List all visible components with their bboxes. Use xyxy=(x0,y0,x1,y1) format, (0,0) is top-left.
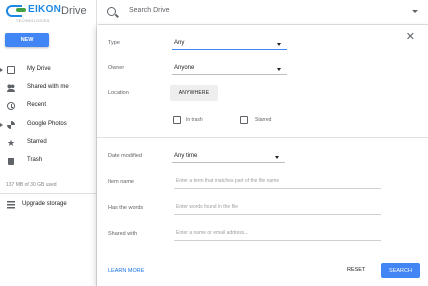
upgrade-storage-label: Upgrade storage xyxy=(22,201,67,207)
star-icon: ★ xyxy=(7,138,16,148)
location-anywhere-button[interactable]: ANYWHERE xyxy=(170,85,218,101)
item-name-label: Item name xyxy=(108,179,134,185)
type-value: Any xyxy=(174,40,185,46)
sidebar: NEW My Drive Shared with me Recent Googl… xyxy=(0,26,96,286)
has-words-placeholder: Enter words found in the file xyxy=(176,204,238,210)
starred-checkbox[interactable] xyxy=(240,116,248,124)
search-input[interactable]: Search Drive xyxy=(129,7,169,14)
location-label: Location xyxy=(108,90,129,96)
has-words-label: Has the words xyxy=(108,205,144,211)
advanced-search-dialog: ✕ Type Any Owner Anyone Location ANYWHER… xyxy=(97,25,428,286)
storage-icon xyxy=(7,201,15,209)
sidebar-item-trash[interactable]: Trash xyxy=(0,153,96,169)
trash-icon xyxy=(8,158,14,165)
type-label: Type xyxy=(108,40,120,46)
expand-caret-icon[interactable] xyxy=(0,68,3,72)
item-name-field[interactable]: Enter a term that matches part of the fi… xyxy=(174,176,381,189)
item-name-placeholder: Enter a term that matches part of the fi… xyxy=(176,178,280,184)
chevron-down-icon xyxy=(277,43,281,46)
date-modified-value: Any time xyxy=(174,153,198,159)
owner-select[interactable]: Anyone xyxy=(172,63,287,75)
sidebar-item-label: Recent xyxy=(27,102,47,108)
in-trash-label: In trash xyxy=(186,117,203,123)
new-button[interactable]: NEW xyxy=(5,33,49,47)
learn-more-link[interactable]: LEARN MORE xyxy=(108,268,144,274)
owner-label: Owner xyxy=(108,65,125,71)
search-options-icon[interactable] xyxy=(412,10,418,13)
starred-label: Starred xyxy=(255,117,272,123)
in-trash-checkbox[interactable] xyxy=(173,116,181,124)
sidebar-item-google-photos[interactable]: Google Photos xyxy=(0,117,96,133)
close-icon[interactable]: ✕ xyxy=(406,32,415,43)
date-modified-select[interactable]: Any time xyxy=(172,151,285,163)
sidebar-separator xyxy=(0,193,96,194)
expand-caret-icon[interactable] xyxy=(0,123,3,127)
shared-with-field[interactable]: Enter a name or email address... xyxy=(174,228,381,241)
eikon-logo[interactable]: EIKON TECHNOLOGIES xyxy=(6,4,62,23)
sidebar-item-label: Starred xyxy=(27,139,47,145)
search-button[interactable]: SEARCH xyxy=(381,263,420,278)
sidebar-item-label: Trash xyxy=(27,157,43,163)
upgrade-storage-link[interactable]: Upgrade storage xyxy=(0,197,96,213)
chevron-down-icon xyxy=(275,156,279,159)
pinwheel-icon xyxy=(7,121,15,129)
logo-subtext: TECHNOLOGIES xyxy=(16,19,50,23)
sidebar-item-label: Google Photos xyxy=(27,121,67,127)
logo-text: EIKON xyxy=(28,4,62,15)
logo-mark-icon xyxy=(6,4,28,17)
has-words-field[interactable]: Enter words found in the file xyxy=(174,202,381,215)
sidebar-item-label: Shared with me xyxy=(27,84,69,90)
dialog-divider xyxy=(97,137,428,138)
search-bar[interactable]: Search Drive xyxy=(98,0,428,25)
owner-value: Anyone xyxy=(174,65,195,71)
sidebar-item-starred[interactable]: ★ Starred xyxy=(0,135,96,151)
shared-with-label: Shared with xyxy=(108,231,138,237)
sidebar-item-recent[interactable]: Recent xyxy=(0,98,96,114)
sidebar-item-shared-with-me[interactable]: Shared with me xyxy=(0,80,96,96)
search-icon[interactable] xyxy=(107,7,116,16)
sidebar-item-my-drive[interactable]: My Drive xyxy=(0,62,96,78)
storage-usage: 137 MB of 30 GB used xyxy=(6,182,57,188)
clock-icon xyxy=(7,102,15,110)
people-icon xyxy=(7,84,15,92)
shared-with-placeholder: Enter a name or email address... xyxy=(176,230,249,236)
reset-button[interactable]: RESET xyxy=(347,267,365,273)
chevron-down-icon xyxy=(277,68,281,71)
drive-icon xyxy=(7,66,15,74)
app-title: Drive xyxy=(61,5,87,17)
type-select[interactable]: Any xyxy=(172,38,287,50)
date-modified-label: Date modified xyxy=(108,153,142,159)
sidebar-item-label: My Drive xyxy=(27,66,51,72)
